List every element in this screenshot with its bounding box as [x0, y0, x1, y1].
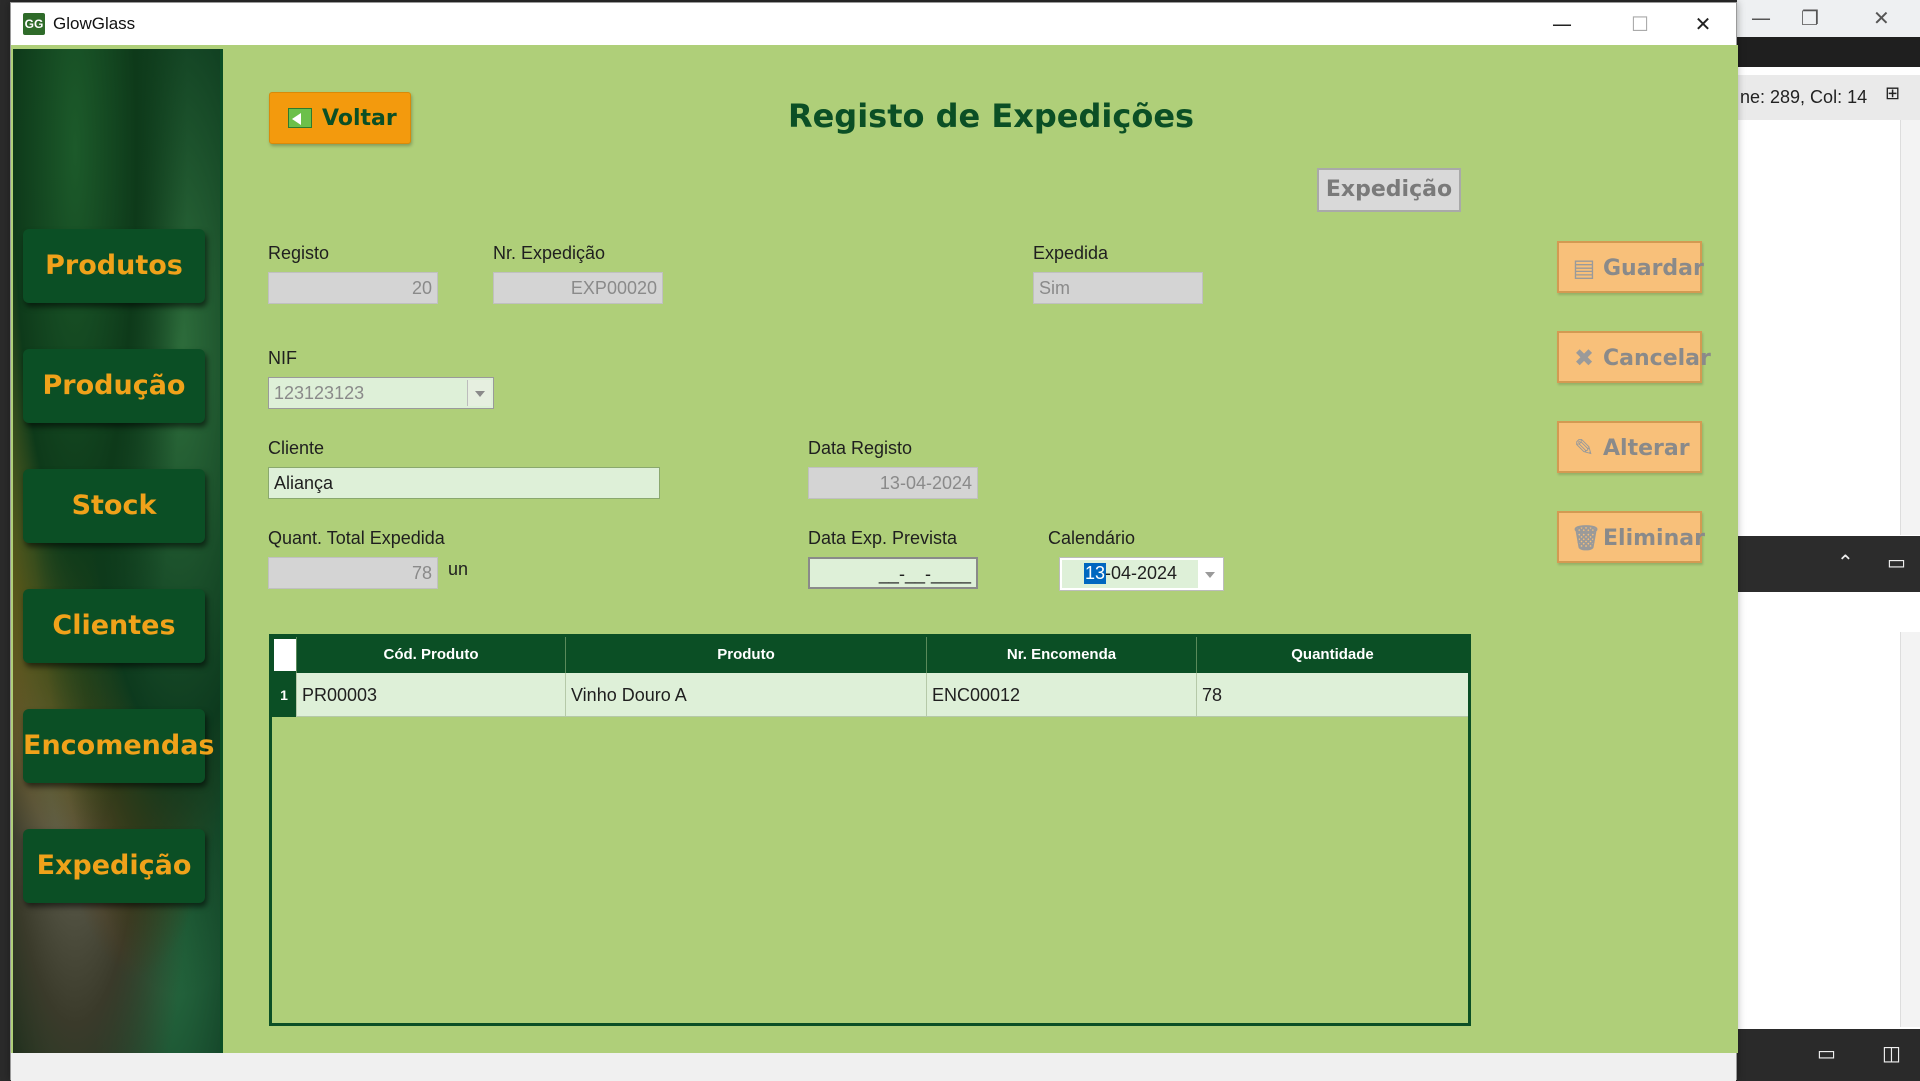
sidebar-item-producao[interactable]: Produção	[23, 349, 205, 423]
background-titlebar: — ❐ ✕	[1737, 0, 1920, 37]
grid-header: Cód. Produto Produto Nr. Encomenda Quant…	[272, 637, 1468, 673]
maximize-button[interactable]: ☐	[1605, 3, 1675, 45]
bg-dock-icon[interactable]: ▭	[1817, 1041, 1836, 1065]
sidebar-item-produtos[interactable]: Produtos	[23, 229, 205, 303]
nif-value: 123123123	[274, 383, 365, 403]
back-button-label: Voltar	[322, 106, 397, 131]
back-arrow-icon	[288, 108, 312, 128]
window-status-bar	[11, 1053, 1736, 1081]
bg-sidebar-icon[interactable]: ◫	[1882, 1041, 1901, 1065]
calendario-day-selected[interactable]: 13	[1084, 563, 1107, 584]
data-registo-field: 13-04-2024	[808, 467, 978, 499]
cancel-x-icon: ✖	[1573, 344, 1595, 372]
expedida-label: Expedida	[1033, 243, 1109, 263]
bg-scrollbar-top[interactable]	[1900, 120, 1920, 535]
column-header-nr-encomenda[interactable]: Nr. Encomenda	[926, 637, 1196, 673]
content-area: Produtos Produção Stock Clientes Encomen…	[11, 45, 1738, 1053]
close-button[interactable]: ✕	[1668, 3, 1738, 45]
bg-scrollbar-bottom[interactable]	[1900, 632, 1920, 1027]
page-title: Registo de Expedições	[787, 97, 1195, 135]
cell-cod-produto[interactable]: PR00003	[296, 673, 565, 717]
cell-produto[interactable]: Vinho Douro A	[565, 673, 926, 717]
trash-icon: 🗑	[1571, 524, 1602, 552]
bg-panel-bar: ⌃ ▭	[1737, 536, 1920, 592]
bg-minimize-icon[interactable]: —	[1751, 6, 1771, 30]
save-icon: ▤	[1572, 254, 1596, 282]
data-registo-label: Data Registo	[808, 438, 913, 458]
quant-unit: un	[448, 559, 469, 579]
sidebar-item-stock[interactable]: Stock	[23, 469, 205, 543]
nr-expedicao-label: Nr. Expedição	[493, 243, 606, 263]
nr-expedicao-field: EXP00020	[493, 272, 663, 304]
alterar-button[interactable]: ✎ Alterar	[1557, 421, 1702, 473]
title-bar: GG GlowGlass — ☐ ✕	[11, 3, 1736, 45]
expedicao-button[interactable]: Expedição	[1317, 168, 1461, 212]
nif-label: NIF	[268, 348, 297, 368]
calendario-date-rest: -04-2024	[1105, 563, 1178, 583]
registo-label: Registo	[268, 243, 330, 263]
sidebar-item-encomendas[interactable]: Encomendas	[23, 709, 215, 783]
column-header-cod-produto[interactable]: Cód. Produto	[296, 637, 565, 673]
calendar-dropdown-icon[interactable]	[1205, 572, 1215, 578]
bg-close-icon[interactable]: ✕	[1873, 6, 1890, 30]
bg-toolbar	[1737, 37, 1920, 67]
calendario-label: Calendário	[1048, 528, 1136, 548]
cell-quantidade[interactable]: 78	[1196, 673, 1468, 717]
nif-dropdown[interactable]: 123123123	[268, 377, 494, 409]
bg-status-bar: ne: 289, Col: 14 ⊞	[1737, 75, 1920, 120]
bg-panel-icon[interactable]: ▭	[1887, 550, 1906, 574]
quant-total-field: 78	[268, 557, 438, 589]
cancelar-label: Cancelar	[1603, 346, 1711, 371]
data-exp-input[interactable]: __-__-____	[808, 557, 978, 589]
registo-field: 20	[268, 272, 438, 304]
pencil-icon: ✎	[1573, 434, 1595, 462]
bg-cursor-position: ne: 289, Col: 14	[1740, 87, 1868, 107]
table-row[interactable]: 1 PR00003 Vinho Douro A ENC00012 78	[272, 673, 1468, 717]
column-header-quantidade[interactable]: Quantidade	[1196, 637, 1468, 673]
data-exp-label: Data Exp. Prevista	[808, 528, 958, 548]
shipment-products-grid[interactable]: Cód. Produto Produto Nr. Encomenda Quant…	[269, 634, 1471, 1026]
sidebar: Produtos Produção Stock Clientes Encomen…	[13, 49, 223, 1053]
cliente-input[interactable]: Aliança	[268, 467, 660, 499]
cancelar-button[interactable]: ✖ Cancelar	[1557, 331, 1711, 383]
back-button[interactable]: Voltar	[269, 92, 411, 144]
guardar-label: Guardar	[1603, 256, 1704, 281]
cell-nr-encomenda[interactable]: ENC00012	[926, 673, 1196, 717]
app-logo-icon: GG	[23, 13, 45, 35]
guardar-button[interactable]: ▤ Guardar	[1557, 241, 1704, 293]
eliminar-button[interactable]: 🗑 Eliminar	[1557, 511, 1705, 563]
minimize-button[interactable]: —	[1527, 3, 1597, 45]
grid-corner[interactable]	[274, 639, 296, 671]
eliminar-label: Eliminar	[1603, 526, 1705, 551]
bg-chevron-up-icon[interactable]: ⌃	[1837, 550, 1854, 574]
alterar-label: Alterar	[1603, 436, 1690, 461]
cliente-label: Cliente	[268, 438, 325, 458]
main-window: GG GlowGlass — ☐ ✕ Produtos Produção Sto…	[10, 2, 1738, 1081]
column-header-produto[interactable]: Produto	[565, 637, 926, 673]
expedida-field: Sim	[1033, 272, 1203, 304]
quant-total-label: Quant. Total Expedida	[268, 528, 445, 548]
window-title: GlowGlass	[53, 14, 136, 33]
chevron-down-icon[interactable]	[467, 380, 491, 406]
bg-layout-icon[interactable]: ⊞	[1885, 83, 1900, 104]
row-header[interactable]: 1	[272, 673, 296, 717]
calendario-datepicker[interactable]: 13 -04-2024	[1059, 557, 1224, 591]
sidebar-item-expedicao[interactable]: Expedição	[23, 829, 205, 903]
bg-bottom-bar: ▭ ◫	[1737, 1029, 1920, 1080]
bg-restore-icon[interactable]: ❐	[1801, 6, 1819, 30]
background-editor-window: — ❐ ✕ ne: 289, Col: 14 ⊞ ⌃ ▭ ▭ ◫	[1737, 0, 1920, 1080]
sidebar-item-clientes[interactable]: Clientes	[23, 589, 205, 663]
